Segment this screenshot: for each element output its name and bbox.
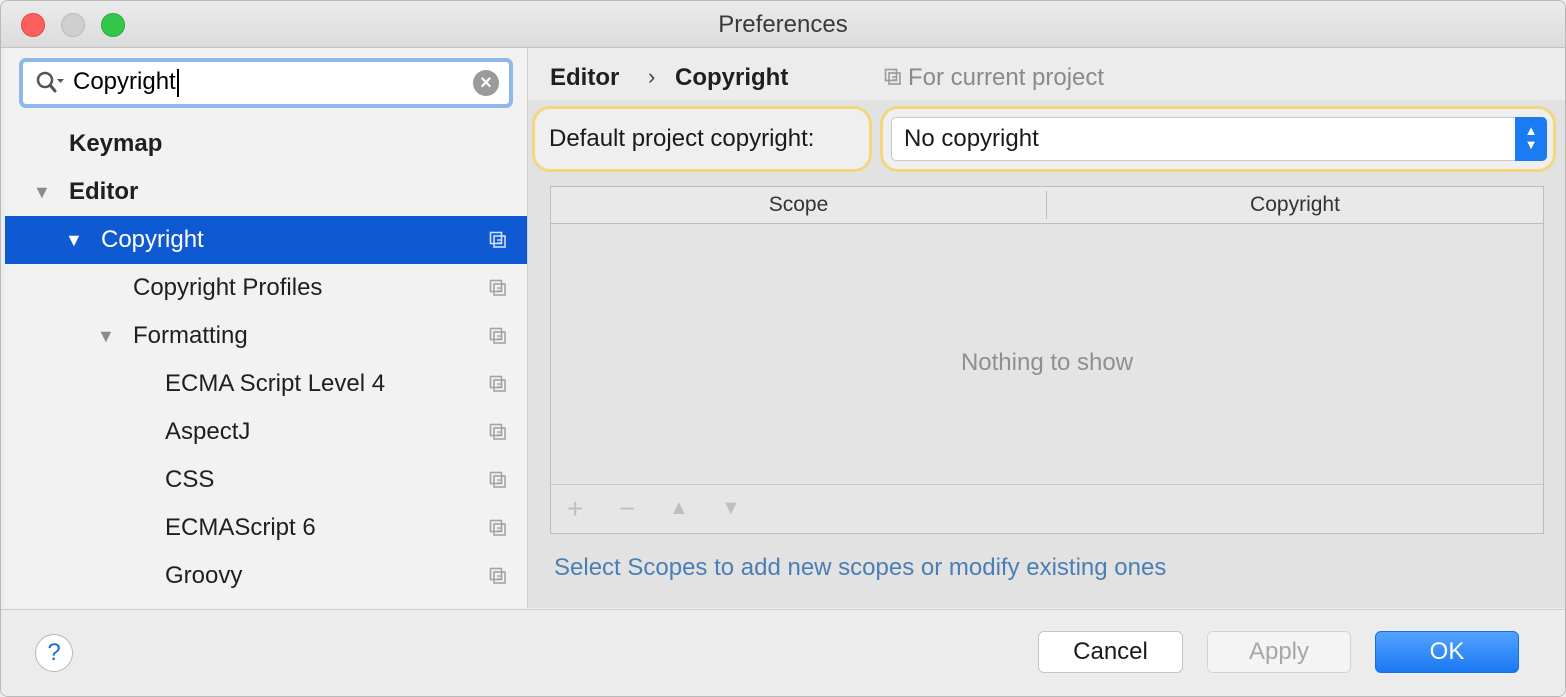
breadcrumb-separator: › [648, 64, 656, 89]
scope-note-text: For current project [908, 64, 1105, 91]
tree-item-ecmascript-6[interactable]: ECMAScript 6 [5, 504, 527, 552]
breadcrumb: Editor › Copyright For current project [528, 48, 1565, 100]
project-scope-icon [489, 567, 506, 584]
clear-search-icon[interactable]: × [473, 70, 499, 96]
tree-item-label: Copyright [101, 226, 204, 253]
breadcrumb-parent: Editor [550, 64, 620, 91]
search-icon[interactable] [35, 70, 65, 96]
expand-triangle-icon[interactable]: ▼ [97, 312, 115, 360]
tree-item-editor[interactable]: ▼ Editor [5, 168, 527, 216]
remove-icon[interactable]: − [619, 493, 635, 525]
column-header-copyright[interactable]: Copyright [1047, 193, 1543, 217]
scope-note: For current project [884, 64, 1104, 92]
tree-item-keymap[interactable]: Keymap [5, 120, 527, 168]
empty-table-text: Nothing to show [960, 349, 1134, 376]
search-highlight-combo: No copyright ▲ ▼ [880, 106, 1556, 172]
project-scope-icon [489, 375, 506, 392]
tree-item-copyright[interactable]: ▼ Copyright [5, 216, 527, 264]
move-up-icon[interactable]: ▲ [669, 497, 689, 520]
tree-item-aspectj[interactable]: AspectJ [5, 408, 527, 456]
help-button[interactable]: ? [35, 634, 73, 672]
project-scope-icon [489, 519, 506, 536]
tree-item-label: Copyright Profiles [133, 274, 323, 301]
preferences-window: Preferences Copyright × Keymap ▼ Editor … [0, 0, 1566, 697]
table-header: Scope Copyright [551, 187, 1543, 224]
apply-button[interactable]: Apply [1207, 631, 1351, 673]
select-arrows-icon[interactable]: ▲ ▼ [1515, 117, 1547, 161]
tree-item-copyright-profiles[interactable]: Copyright Profiles [5, 264, 527, 312]
tree-item-label: ECMAScript 6 [165, 514, 316, 541]
tree-item-css[interactable]: CSS [5, 456, 527, 504]
tree-item-label: Formatting [133, 322, 248, 349]
select-scopes-link[interactable]: Select Scopes to add new scopes or modif… [554, 554, 1166, 582]
tree-item-label: AspectJ [165, 418, 251, 445]
ok-button[interactable]: OK [1375, 631, 1519, 673]
dialog-button-bar: ? Cancel Apply OK [1, 609, 1565, 696]
project-scope-icon [489, 423, 506, 440]
tree-item-label: Keymap [69, 130, 163, 157]
tree-item-label: ECMA Script Level 4 [165, 370, 386, 397]
search-input[interactable]: Copyright [73, 68, 179, 97]
project-scope-icon [489, 471, 506, 488]
tree-item-label: Groovy [165, 562, 243, 589]
expand-triangle-icon[interactable]: ▼ [33, 168, 51, 216]
default-copyright-select[interactable]: No copyright ▲ ▼ [891, 117, 1547, 161]
default-copyright-label: Default project copyright: [549, 125, 815, 152]
settings-content: Editor › Copyright For current project D… [528, 48, 1565, 608]
expand-triangle-icon[interactable]: ▼ [65, 216, 83, 264]
cancel-button[interactable]: Cancel [1038, 631, 1183, 673]
breadcrumb-current: Copyright [675, 64, 789, 91]
title-bar: Preferences [1, 1, 1565, 48]
project-scope-icon [489, 231, 506, 248]
tree-item-groovy[interactable]: Groovy [5, 552, 527, 600]
project-scope-icon [884, 68, 901, 85]
default-copyright-value: No copyright [904, 125, 1039, 152]
table-toolbar: + − ▲ ▼ [551, 484, 1543, 533]
settings-sidebar: Copyright × Keymap ▼ Editor ▼ Copyright … [5, 48, 528, 608]
search-input-value: Copyright [73, 68, 176, 95]
tree-item-label: Editor [69, 178, 139, 205]
project-scope-icon [489, 279, 506, 296]
search-highlight-label: Default project copyright: [532, 106, 872, 172]
scope-copyright-table: Scope Copyright Nothing to show + − ▲ ▼ [550, 186, 1544, 534]
add-icon[interactable]: + [567, 493, 583, 525]
window-title: Preferences [718, 11, 848, 38]
tree-item-label: CSS [165, 466, 215, 493]
project-scope-icon [489, 327, 506, 344]
column-header-scope[interactable]: Scope [551, 193, 1046, 217]
move-down-icon[interactable]: ▼ [721, 497, 741, 520]
tree-item-formatting[interactable]: ▼ Formatting [5, 312, 527, 360]
search-field[interactable]: Copyright × [19, 58, 513, 108]
tree-item-ecma-script-level-4[interactable]: ECMA Script Level 4 [5, 360, 527, 408]
text-caret [176, 68, 179, 97]
